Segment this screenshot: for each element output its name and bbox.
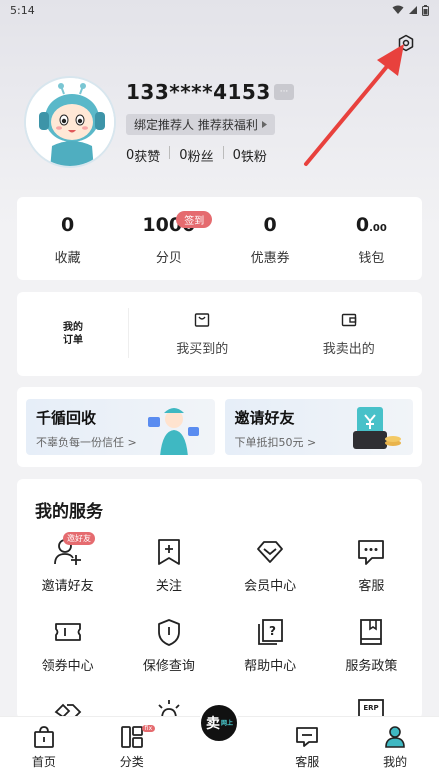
policy-book-icon xyxy=(360,619,383,645)
promo-invite[interactable]: 邀请好友 下单抵扣50元 > xyxy=(224,399,413,455)
coupon-coin-illustration xyxy=(352,407,401,449)
sell-center-icon[interactable]: 卖网上 xyxy=(199,703,240,743)
order-sold[interactable]: 我卖出的 xyxy=(276,312,423,357)
social-stats: 0 获赞 0 粉丝 0 铁粉 xyxy=(126,146,267,165)
triangle-right-icon xyxy=(261,121,267,128)
user-phone: 133****4153 xyxy=(126,80,271,104)
status-time: 5:14 xyxy=(10,3,35,17)
home-bag-icon xyxy=(33,726,54,748)
asset-value: 0 xyxy=(61,213,75,236)
assets-card: 0 收藏 1000 分贝 签到 0 优惠券 0.00 钱包 xyxy=(17,197,422,280)
status-bar: 5:14 xyxy=(0,0,439,20)
divider xyxy=(222,146,224,159)
services-title: 我的服务 xyxy=(35,502,103,522)
promo-card: 千循回收 不辜负每一份信任 > 邀请好友 下单抵扣50元 > xyxy=(17,387,422,467)
service-label: 客服 xyxy=(358,579,385,594)
asset-wallet[interactable]: 0.00 钱包 xyxy=(321,197,422,280)
services-grid: 邀请好友 邀好友 关注 会员中心 客服 领券中心 保修查询 ? 帮助中心 服务政… xyxy=(17,532,422,719)
tab-sell[interactable]: 卖网上 xyxy=(176,703,264,780)
signal-icon xyxy=(409,6,417,14)
service-warranty[interactable]: 保修查询 xyxy=(118,617,219,679)
profile-icon xyxy=(385,726,405,748)
service-label: 邀请好友 xyxy=(41,579,94,594)
order-label: 我卖出的 xyxy=(322,341,375,357)
sell-mini-text: 网上 xyxy=(220,719,233,727)
bind-referrer-button[interactable]: 绑定推荐人 推荐获福利 xyxy=(126,114,275,135)
asset-label: 收藏 xyxy=(54,250,81,266)
shield-icon xyxy=(157,619,180,646)
bottom-tab-bar: 首页 分类 fix 卖网上 客服 我的 xyxy=(0,703,439,780)
bookmark-plus-icon xyxy=(157,539,180,565)
service-label: 帮助中心 xyxy=(244,659,297,674)
svg-text:ERP: ERP xyxy=(364,704,379,712)
service-label: 领券中心 xyxy=(41,659,94,674)
category-icon xyxy=(120,726,143,748)
diamond-icon xyxy=(257,541,284,563)
service-invite-friends[interactable]: 邀请好友 邀好友 xyxy=(17,532,118,599)
service-customer-support[interactable]: 客服 xyxy=(321,537,422,599)
bind-referrer-label: 绑定推荐人 推荐获福利 xyxy=(134,118,258,132)
services-card: 我的服务 邀请好友 邀好友 关注 会员中心 客服 领券中心 保修查询 ? 帮助中… xyxy=(17,479,422,719)
tab-category[interactable]: 分类 fix xyxy=(88,717,176,780)
service-label: 保修查询 xyxy=(142,659,195,674)
asset-label: 钱包 xyxy=(358,250,385,266)
service-policy[interactable]: 服务政策 xyxy=(321,617,422,679)
promo-recycle[interactable]: 千循回收 不辜负每一份信任 > xyxy=(26,399,215,455)
category-badge: fix xyxy=(141,725,156,732)
tab-profile[interactable]: 我的 xyxy=(351,717,439,780)
sell-char: 卖 xyxy=(205,716,220,732)
stat-likes[interactable]: 0 获赞 xyxy=(126,146,160,165)
order-label: 我买到的 xyxy=(176,341,229,357)
asset-points[interactable]: 1000 分贝 签到 xyxy=(118,197,219,280)
tab-label: 分类 xyxy=(119,755,144,769)
orders-title: 我的订单 xyxy=(63,322,83,346)
asset-value: 0.00 xyxy=(355,213,387,236)
chat-icon xyxy=(358,540,385,565)
order-bought[interactable]: 我买到的 xyxy=(129,312,276,357)
stat-fans[interactable]: 0 粉丝 xyxy=(179,146,213,165)
orders-card: 我的订单 我买到的 我卖出的 xyxy=(17,292,422,376)
asset-value: 0 xyxy=(263,213,277,236)
edit-profile-button[interactable]: ··· xyxy=(274,84,294,100)
service-coupon-center[interactable]: 领券中心 xyxy=(17,617,118,679)
recycle-staff-illustration xyxy=(148,408,199,455)
asset-label: 优惠券 xyxy=(250,250,290,266)
stat-super-fans[interactable]: 0 铁粉 xyxy=(233,146,267,165)
signin-badge[interactable]: 签到 xyxy=(176,211,213,228)
tab-label: 首页 xyxy=(31,755,56,769)
wallet-icon xyxy=(341,313,356,326)
asset-favorites[interactable]: 0 收藏 xyxy=(17,197,118,280)
tab-home[interactable]: 首页 xyxy=(0,717,88,780)
battery-icon xyxy=(422,4,429,16)
my-orders-link[interactable]: 我的订单 xyxy=(17,292,129,376)
tab-label: 我的 xyxy=(383,755,408,769)
avatar[interactable] xyxy=(24,76,116,168)
ticket-icon xyxy=(54,623,81,641)
service-label: 会员中心 xyxy=(244,579,297,594)
service-follow[interactable]: 关注 xyxy=(118,537,219,599)
divider xyxy=(169,146,171,159)
bag-icon xyxy=(195,312,210,327)
edit-icon: ··· xyxy=(279,87,289,97)
gear-icon xyxy=(398,34,414,52)
robot-avatar-icon xyxy=(26,78,114,166)
service-help-center[interactable]: ? 帮助中心 xyxy=(220,617,321,679)
status-icons xyxy=(392,4,429,16)
service-membership[interactable]: 会员中心 xyxy=(220,537,321,599)
asset-label: 分贝 xyxy=(155,250,182,266)
service-label: 服务政策 xyxy=(345,659,398,674)
svg-text:?: ? xyxy=(269,624,276,638)
settings-button[interactable] xyxy=(395,32,417,54)
help-doc-icon: ? xyxy=(258,619,284,645)
service-label: 关注 xyxy=(155,579,182,594)
asset-coupons[interactable]: 0 优惠券 xyxy=(220,197,321,280)
wifi-icon xyxy=(392,5,404,14)
invite-badge: 邀好友 xyxy=(63,532,95,545)
chat-icon xyxy=(296,727,319,747)
tab-label: 客服 xyxy=(295,755,320,769)
tab-support[interactable]: 客服 xyxy=(263,717,351,780)
